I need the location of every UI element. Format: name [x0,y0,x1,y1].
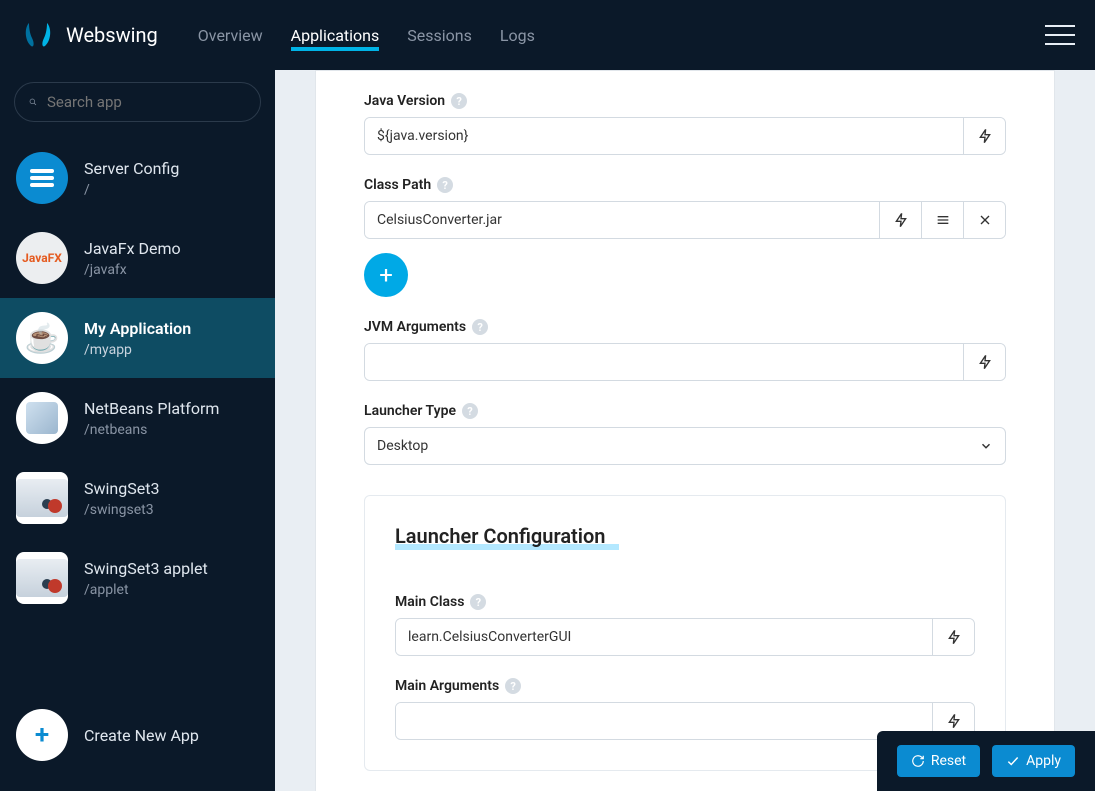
java-version-input[interactable] [365,118,963,154]
sidebar-item-my-application[interactable]: ☕ My Application/myapp [0,298,275,378]
app-path: /myapp [84,342,191,358]
main-class-input[interactable] [396,619,932,655]
apply-label: Apply [1026,753,1061,769]
help-icon[interactable]: ? [437,177,453,193]
header: Webswing Overview Applications Sessions … [0,0,1095,70]
jvm-arguments-field: JVM Arguments? [364,319,1006,381]
app-name: My Application [84,319,191,338]
lightning-icon [977,128,993,144]
brand: Webswing [20,17,158,53]
sidebar-item-swingset3[interactable]: SwingSet3/swingset3 [0,458,275,538]
class-path-remove-button[interactable] [963,202,1005,238]
java-icon: ☕ [25,322,60,355]
app-path: /javafx [84,262,181,278]
class-path-reorder-button[interactable] [921,202,963,238]
launcher-type-select[interactable]: Desktop [364,427,1006,465]
lightning-icon [893,212,909,228]
sidebar-item-swingset3-applet[interactable]: SwingSet3 applet/applet [0,538,275,618]
top-nav: Overview Applications Sessions Logs [198,26,535,45]
reset-button[interactable]: Reset [897,745,980,777]
app-list: Server Config / JavaFX JavaFx Demo/javafx… [0,138,275,691]
swingset-applet-icon [16,559,68,597]
java-version-var-button[interactable] [963,118,1005,154]
lightning-icon [946,629,962,645]
sidebar-item-netbeans[interactable]: NetBeans Platform/netbeans [0,378,275,458]
config-panel: Java Version? Class Path? + JVM Argument… [315,70,1055,791]
main-arguments-label: Main Arguments [395,678,499,694]
app-name: NetBeans Platform [84,399,219,418]
app-path: /swingset3 [84,502,159,518]
apply-button[interactable]: Apply [992,745,1075,777]
check-icon [1006,754,1020,768]
server-icon [30,169,54,187]
launcher-type-label: Launcher Type [364,403,456,419]
plus-icon: + [35,720,49,750]
help-icon[interactable]: ? [470,594,486,610]
nav-applications[interactable]: Applications [291,26,380,45]
launcher-type-value: Desktop [377,438,979,454]
app-name: Server Config [84,159,179,178]
close-icon [977,212,993,228]
java-version-label: Java Version [364,93,445,109]
app-path: / [84,182,179,198]
launcher-type-field: Launcher Type? Desktop [364,403,1006,465]
jvm-arguments-input[interactable] [365,344,963,380]
jvm-arguments-label: JVM Arguments [364,319,466,335]
sidebar-item-javafx-demo[interactable]: JavaFX JavaFx Demo/javafx [0,218,275,298]
lightning-icon [977,354,993,370]
menu-icon[interactable] [1045,25,1075,45]
add-class-path-button[interactable]: + [364,253,408,297]
main-class-var-button[interactable] [932,619,974,655]
app-name: JavaFx Demo [84,239,181,258]
class-path-field: Class Path? + [364,177,1006,297]
search-box[interactable] [14,82,261,122]
netbeans-icon [26,402,58,434]
class-path-var-button[interactable] [879,202,921,238]
brand-text: Webswing [66,23,158,47]
lines-icon [935,212,951,228]
nav-sessions[interactable]: Sessions [407,26,472,45]
main-class-label: Main Class [395,594,464,610]
help-icon[interactable]: ? [472,319,488,335]
swingset-icon [16,479,68,517]
nav-overview[interactable]: Overview [198,26,263,45]
java-version-field: Java Version? [364,93,1006,155]
reset-label: Reset [931,753,966,769]
sidebar: Server Config / JavaFX JavaFx Demo/javafx… [0,70,275,791]
app-name: SwingSet3 [84,479,159,498]
search-icon [29,94,37,110]
webswing-logo-icon [20,17,56,53]
class-path-label: Class Path [364,177,431,193]
create-new-app-button[interactable]: + Create New App [0,691,275,791]
chevron-down-icon [979,439,993,453]
class-path-input[interactable] [365,202,879,238]
main-content: Java Version? Class Path? + JVM Argument… [275,70,1095,791]
footer-actions: Reset Apply [877,731,1095,791]
app-name: SwingSet3 applet [84,559,208,578]
help-icon[interactable]: ? [451,93,467,109]
app-path: /netbeans [84,422,219,438]
create-label: Create New App [84,726,199,745]
jvm-arguments-var-button[interactable] [963,344,1005,380]
sidebar-item-server-config[interactable]: Server Config / [0,138,275,218]
refresh-icon [911,754,925,768]
help-icon[interactable]: ? [505,678,521,694]
search-input[interactable] [47,93,246,111]
launcher-configuration-title: Launcher Configuration [395,524,605,548]
nav-logs[interactable]: Logs [500,26,535,45]
plus-icon: + [379,261,393,289]
help-icon[interactable]: ? [462,403,478,419]
app-path: /applet [84,582,208,598]
main-arguments-input[interactable] [396,703,932,739]
lightning-icon [946,713,962,729]
launcher-configuration-card: Launcher Configuration Main Class? Main … [364,495,1006,771]
main-class-field: Main Class? [395,594,975,656]
javafx-icon: JavaFX [22,251,62,265]
